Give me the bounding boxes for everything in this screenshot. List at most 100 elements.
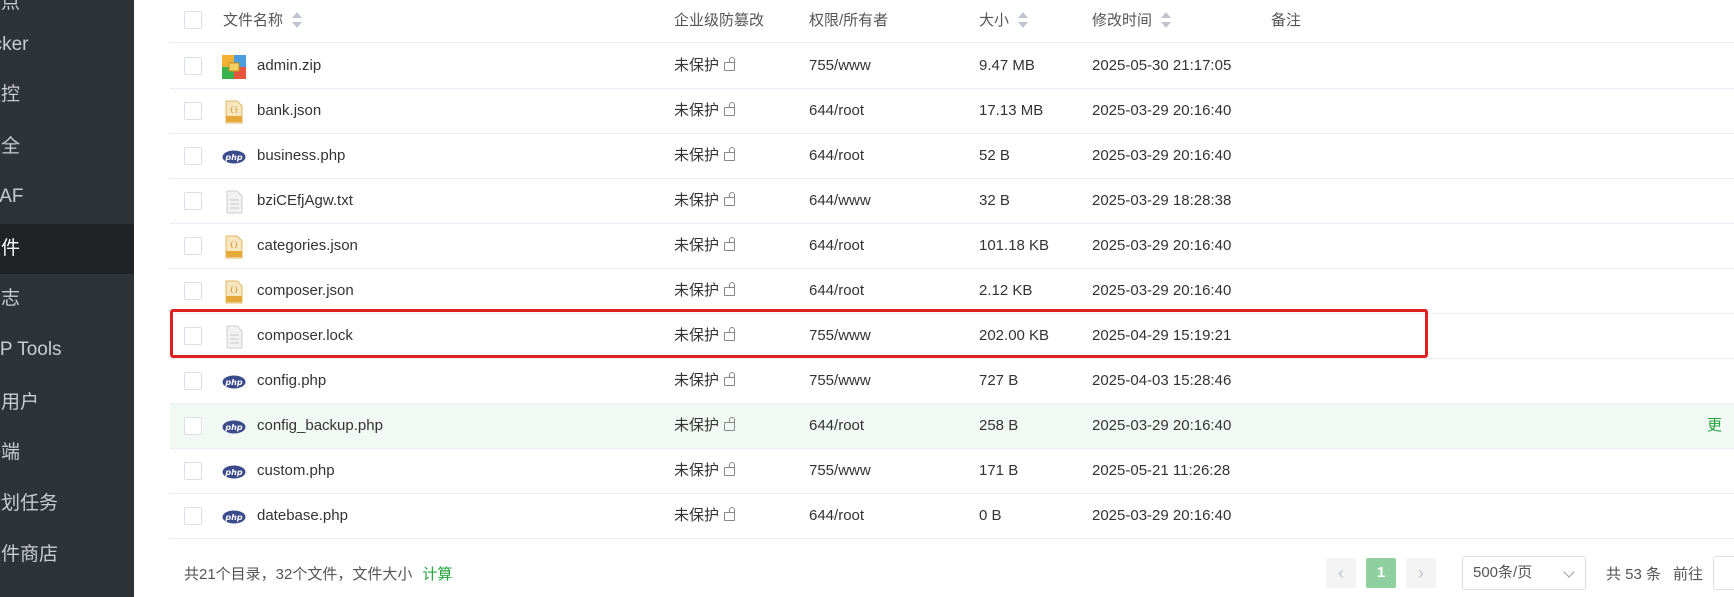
- permission-owner[interactable]: 755/www: [809, 449, 871, 493]
- file-size: 2.12 KB: [979, 282, 1033, 299]
- file-name-link[interactable]: composer.json: [257, 269, 354, 313]
- protect-status[interactable]: 未保护: [674, 224, 736, 268]
- sidebar-item[interactable]: 监控: [0, 70, 134, 120]
- sidebar-item[interactable]: WAF: [0, 172, 134, 222]
- prev-page-button[interactable]: ‹: [1326, 558, 1356, 588]
- next-page-button[interactable]: ›: [1406, 558, 1436, 588]
- unlock-icon: [724, 372, 736, 386]
- table-row[interactable]: admin.zip 未保护 755/www 9.47 MB 2025-05-30 21:…: [170, 44, 1734, 89]
- modified-time: 2025-03-29 20:16:40: [1092, 147, 1232, 164]
- sidebar-item[interactable]: 终端: [0, 428, 134, 478]
- php-file-icon: php: [222, 145, 246, 169]
- row-checkbox[interactable]: [184, 147, 202, 165]
- file-size: 171 B: [979, 462, 1019, 479]
- file-name-link[interactable]: config.php: [257, 359, 326, 403]
- zip-archive-icon: [222, 55, 246, 79]
- sort-icon[interactable]: [291, 12, 303, 28]
- select-all-checkbox[interactable]: [184, 11, 202, 29]
- table-row[interactable]: {} composer.json 未保护 644/root 2.12 KB 2025-03…: [170, 269, 1734, 314]
- row-checkbox[interactable]: [184, 327, 202, 345]
- table-row[interactable]: php config.php 未保护 755/www 727 B 2025-04-03 1…: [170, 359, 1734, 404]
- permission-owner[interactable]: 644/root: [809, 224, 864, 268]
- permission-owner[interactable]: 644/root: [809, 89, 864, 133]
- permission-owner[interactable]: 644/root: [809, 404, 864, 448]
- protect-status[interactable]: 未保护: [674, 449, 736, 493]
- row-checkbox[interactable]: [184, 102, 202, 120]
- sidebar-item[interactable]: 安全: [0, 122, 134, 172]
- php-file-icon: php: [222, 370, 246, 394]
- permission-owner[interactable]: 644/root: [809, 269, 864, 313]
- sidebar-item[interactable]: ocker: [0, 20, 134, 70]
- file-name-link[interactable]: custom.php: [257, 449, 335, 493]
- file-size: 101.18 KB: [979, 237, 1050, 254]
- protect-status[interactable]: 未保护: [674, 359, 736, 403]
- protect-status[interactable]: 未保护: [674, 494, 736, 538]
- file-name-link[interactable]: composer.lock: [257, 314, 353, 358]
- column-header-size[interactable]: 大小: [979, 0, 1029, 42]
- row-checkbox[interactable]: [184, 372, 202, 390]
- sort-icon[interactable]: [1160, 12, 1172, 28]
- unlock-icon: [724, 327, 736, 341]
- table-row[interactable]: {} categories.json 未保护 644/root 101.18 KB 202…: [170, 224, 1734, 269]
- svg-text:php: php: [224, 468, 242, 477]
- sidebar-item[interactable]: 计划任务: [0, 479, 134, 529]
- row-checkbox[interactable]: [184, 57, 202, 75]
- permission-owner[interactable]: 755/www: [809, 44, 871, 88]
- file-name-link[interactable]: config_backup.php: [257, 404, 383, 448]
- row-checkbox[interactable]: [184, 462, 202, 480]
- chevron-down-icon: [1563, 566, 1575, 578]
- table-row[interactable]: {} bank.json 未保护 644/root 17.13 MB 2025-03-29…: [170, 89, 1734, 134]
- sidebar-item[interactable]: 日志: [0, 274, 134, 324]
- table-row[interactable]: php custom.php 未保护 755/www 171 B 2025-05-21 1…: [170, 449, 1734, 494]
- row-checkbox[interactable]: [184, 282, 202, 300]
- row-checkbox[interactable]: [184, 237, 202, 255]
- calculate-size-link[interactable]: 计算: [422, 566, 452, 583]
- permission-owner[interactable]: 644/root: [809, 134, 864, 178]
- protect-status[interactable]: 未保护: [674, 89, 736, 133]
- json-file-icon: {}: [222, 235, 246, 259]
- file-name-link[interactable]: admin.zip: [257, 44, 321, 88]
- permission-owner[interactable]: 755/www: [809, 314, 871, 358]
- modified-time: 2025-04-03 15:28:46: [1092, 372, 1232, 389]
- protect-status[interactable]: 未保护: [674, 179, 736, 223]
- permission-owner[interactable]: 644/root: [809, 494, 864, 538]
- php-file-icon: php: [222, 505, 246, 529]
- unlock-icon: [724, 507, 736, 521]
- column-header-permission: 权限/所有者: [809, 12, 889, 29]
- sidebar-item[interactable]: 软件商店: [0, 530, 134, 580]
- goto-page-input[interactable]: [1713, 556, 1734, 590]
- page-size-select[interactable]: 500条/页: [1462, 556, 1586, 590]
- file-name-link[interactable]: business.php: [257, 134, 345, 178]
- current-page-button[interactable]: 1: [1366, 558, 1396, 588]
- row-checkbox[interactable]: [184, 192, 202, 210]
- sort-icon[interactable]: [1017, 12, 1029, 28]
- table-row[interactable]: php config_backup.php 未保护 644/root 258 B 2025…: [170, 404, 1734, 449]
- row-checkbox[interactable]: [184, 417, 202, 435]
- row-checkbox[interactable]: [184, 507, 202, 525]
- permission-owner[interactable]: 644/www: [809, 179, 871, 223]
- file-name-link[interactable]: categories.json: [257, 224, 358, 268]
- protect-status[interactable]: 未保护: [674, 44, 736, 88]
- table-row[interactable]: bziCEfjAgw.txt 未保护 644/www 32 B 2025-03-29 1…: [170, 179, 1734, 224]
- protect-status[interactable]: 未保护: [674, 314, 736, 358]
- column-header-mtime[interactable]: 修改时间: [1092, 0, 1172, 42]
- file-name-link[interactable]: bziCEfjAgw.txt: [257, 179, 353, 223]
- text-file-icon: [222, 190, 246, 214]
- modified-time: 2025-03-29 20:16:40: [1092, 102, 1232, 119]
- protect-status[interactable]: 未保护: [674, 404, 736, 448]
- more-actions-link[interactable]: 更: [1707, 404, 1722, 448]
- column-header-name[interactable]: 文件名称: [223, 0, 303, 42]
- file-name-link[interactable]: bank.json: [257, 89, 321, 133]
- file-name-link[interactable]: datebase.php: [257, 494, 348, 538]
- table-row[interactable]: composer.lock 未保护 755/www 202.00 KB 2025-04-…: [170, 314, 1734, 359]
- protect-status[interactable]: 未保护: [674, 134, 736, 178]
- table-row[interactable]: php business.php 未保护 644/root 52 B 2025-03-29…: [170, 134, 1734, 179]
- protect-status[interactable]: 未保护: [674, 269, 736, 313]
- sidebar-item[interactable]: 多用户: [0, 378, 134, 428]
- permission-owner[interactable]: 755/www: [809, 359, 871, 403]
- svg-text:{}: {}: [230, 106, 239, 114]
- table-row[interactable]: php datebase.php 未保护 644/root 0 B 2025-03-29 …: [170, 494, 1734, 539]
- sidebar-item[interactable]: WP Tools: [0, 325, 134, 375]
- sidebar-item[interactable]: 文件: [0, 224, 134, 274]
- modified-time: 2025-03-29 18:28:38: [1092, 192, 1232, 209]
